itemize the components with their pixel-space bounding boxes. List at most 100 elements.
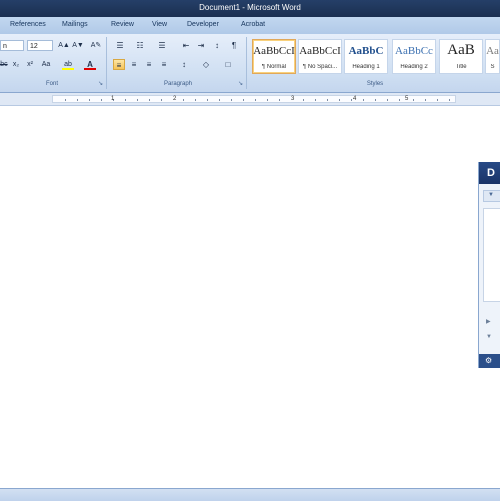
ruler-tick <box>195 99 196 101</box>
status-bar <box>0 488 500 501</box>
ruler-tick <box>77 99 78 101</box>
bullets-icon[interactable]: ☰ <box>114 40 126 51</box>
highlight-icon[interactable]: ab <box>62 59 74 70</box>
ruler-tick <box>125 99 126 101</box>
ruler-tick <box>65 99 66 101</box>
style-normal[interactable]: AaBbCcI ¶ Normal <box>252 39 296 74</box>
ruler-tick <box>149 99 150 101</box>
style-title[interactable]: AaB Title <box>439 39 483 74</box>
numbering-icon[interactable]: ☷ <box>134 40 146 51</box>
horizontal-ruler[interactable]: 1 2 3 4 5 <box>0 93 500 106</box>
style-name: S <box>490 64 495 70</box>
subscript-icon[interactable]: x₂ <box>10 59 22 70</box>
justify-icon[interactable]: ≡ <box>158 59 170 70</box>
increase-indent-icon[interactable]: ⇥ <box>195 40 207 51</box>
shrink-font-icon[interactable]: A▼ <box>72 40 84 51</box>
tab-references[interactable]: References <box>10 21 46 28</box>
ruler-tick <box>413 99 414 101</box>
styles-group-label: Styles <box>366 81 384 87</box>
borders-icon[interactable]: □ <box>222 59 234 70</box>
tab-review[interactable]: Review <box>111 21 134 28</box>
ruler-tick <box>183 99 184 101</box>
align-right-icon[interactable]: ≡ <box>143 59 155 70</box>
style-subtitle[interactable]: Aa S <box>485 39 500 74</box>
style-name: Heading 2 <box>400 64 428 70</box>
ruler-tick <box>137 99 138 101</box>
side-panel-list[interactable] <box>483 208 500 302</box>
ruler-number: 3 <box>291 96 295 102</box>
ruler-tick <box>255 99 256 101</box>
line-spacing-icon[interactable]: ↕ <box>178 59 190 70</box>
style-sample: AaBbCcI <box>299 45 341 57</box>
decrease-indent-icon[interactable]: ⇤ <box>180 40 192 51</box>
shading-icon[interactable]: ◇ <box>200 59 212 70</box>
chevron-down-icon: ▼ <box>488 192 494 198</box>
document-page[interactable] <box>0 106 500 488</box>
superscript-icon[interactable]: x² <box>24 59 36 70</box>
style-name: Title <box>455 64 467 70</box>
ruler-tick <box>425 99 426 101</box>
style-name: ¶ Normal <box>261 64 287 70</box>
ruler-number: 1 <box>111 96 115 102</box>
ribbon-tabs: References Mailings Review View Develope… <box>0 17 500 35</box>
side-panel-dropdown[interactable]: ▼ <box>483 190 500 202</box>
ruler-tick <box>449 99 450 101</box>
font-name-combo[interactable]: n <box>0 40 24 51</box>
font-color-icon[interactable]: A <box>84 59 96 70</box>
ruler-tick <box>399 99 400 101</box>
sort-icon[interactable]: ↕ <box>211 40 223 51</box>
ruler-tick <box>339 99 340 101</box>
style-sample: AaBbCcI <box>253 45 295 57</box>
ruler-tick <box>89 99 90 101</box>
font-dialog-launcher-icon[interactable]: ↘ <box>97 81 104 88</box>
center-align-icon[interactable]: ≡ <box>128 59 140 70</box>
tab-mailings[interactable]: Mailings <box>62 21 88 28</box>
style-sample: AaBbC <box>348 45 384 57</box>
style-name: Heading 1 <box>352 64 380 70</box>
font-size-combo[interactable]: 12 <box>27 40 53 51</box>
style-sample: Aa <box>486 45 499 57</box>
paragraph-dialog-launcher-icon[interactable]: ↘ <box>237 81 244 88</box>
clear-formatting-icon[interactable]: A✎ <box>90 40 102 51</box>
ruler-tick <box>101 99 102 101</box>
tab-acrobat[interactable]: Acrobat <box>241 21 265 28</box>
grow-font-icon[interactable]: A▲ <box>58 40 70 51</box>
side-panel-header: D <box>479 162 500 184</box>
ruler-tick <box>437 99 438 101</box>
gear-icon[interactable]: ⚙ <box>485 356 492 365</box>
scroll-down-icon[interactable]: ▼ <box>486 334 492 340</box>
style-name: ¶ No Spaci... <box>302 64 338 70</box>
ruler-tick <box>231 99 232 101</box>
window-title: Document1 - Microsoft Word <box>199 3 301 12</box>
style-no-spacing[interactable]: AaBbCcI ¶ No Spaci... <box>298 39 342 74</box>
ruler-tick <box>327 99 328 101</box>
ruler-number: 4 <box>353 96 357 102</box>
font-group-label: Font <box>45 81 58 87</box>
title-bar: Document1 - Microsoft Word <box>0 0 500 17</box>
multilevel-list-icon[interactable]: ☰ <box>156 40 168 51</box>
group-divider <box>246 37 247 89</box>
ruler-tick <box>207 99 208 101</box>
style-sample: AaB <box>447 42 475 58</box>
ruler-tick <box>279 99 280 101</box>
tab-developer[interactable]: Developer <box>187 21 219 28</box>
ruler-text-area: 1 2 3 4 5 <box>52 95 456 103</box>
paragraph-group-label: Paragraph <box>163 81 193 87</box>
ruler-tick <box>387 99 388 101</box>
style-heading-2[interactable]: AaBbCc Heading 2 <box>392 39 436 74</box>
group-divider <box>106 37 107 89</box>
ruler-tick <box>219 99 220 101</box>
strikethrough-icon[interactable]: abc <box>0 59 8 70</box>
side-panel: D ▼ ▶ ▼ ⚙ <box>478 162 500 368</box>
style-heading-1[interactable]: AaBbC Heading 1 <box>344 39 388 74</box>
show-formatting-marks-icon[interactable]: ¶ <box>228 40 240 51</box>
tab-view[interactable]: View <box>152 21 167 28</box>
scroll-right-icon[interactable]: ▶ <box>486 318 491 325</box>
align-left-icon[interactable]: ≡ <box>113 59 125 70</box>
ruler-tick <box>161 99 162 101</box>
ruler-number: 2 <box>173 96 177 102</box>
ruler-tick <box>303 99 304 101</box>
ruler-number: 5 <box>405 96 409 102</box>
change-case-icon[interactable]: Aa <box>40 59 52 70</box>
side-panel-footer: ⚙ <box>479 354 500 368</box>
